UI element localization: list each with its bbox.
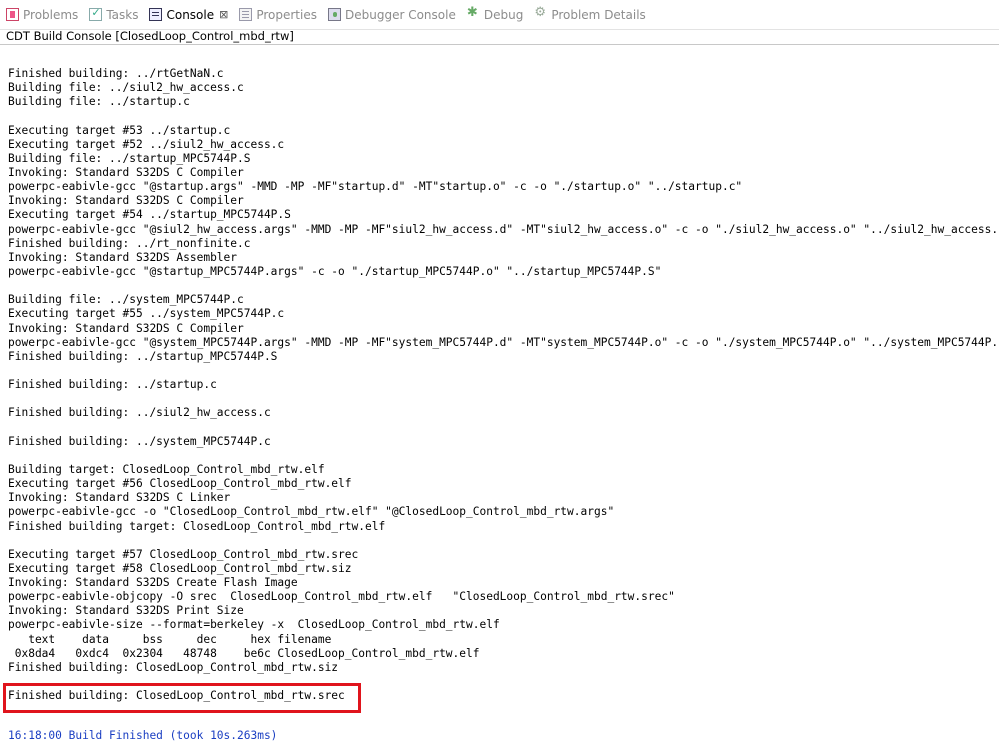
console-line: powerpc-eabivle-objcopy -O srec ClosedLo… <box>8 590 675 604</box>
console-line: Executing target #56 ClosedLoop_Control_… <box>8 477 352 491</box>
console-line: Invoking: Standard S32DS C Compiler <box>8 321 244 335</box>
tab-properties-label: Properties <box>256 7 317 22</box>
console-icon <box>149 8 163 21</box>
console-line: powerpc-eabivle-gcc "@startup_MPC5744P.a… <box>8 264 662 278</box>
close-icon[interactable]: ⊠ <box>219 8 228 21</box>
console-line: Finished building: ../startup_MPC5744P.S <box>8 349 278 363</box>
console-line: Finished building: ../rt_nonfinite.c <box>8 236 251 250</box>
view-tab-bar: Problems Tasks Console ⊠ Properties Debu… <box>0 0 999 30</box>
console-output-text: Finished building: ../rtGetNaN.c Building… <box>8 67 999 703</box>
console-line: Building file: ../startup_MPC5744P.S <box>8 151 251 165</box>
console-line: Invoking: Standard S32DS Assembler <box>8 250 238 264</box>
console-line: Finished building: ClosedLoop_Control_mb… <box>8 660 339 674</box>
console-line: Finished building target: ClosedLoop_Con… <box>8 519 386 533</box>
console-line: powerpc-eabivle-size --format=berkeley -… <box>8 618 500 632</box>
debug-icon <box>467 5 480 21</box>
tab-debugger-console[interactable]: Debugger Console <box>322 0 461 29</box>
console-line: Executing target #58 ClosedLoop_Control_… <box>8 561 352 575</box>
console-line: text data bss dec hex filename <box>8 632 332 646</box>
console-output-area[interactable]: Finished building: ../rtGetNaN.c Building… <box>0 45 999 745</box>
tab-debug-label: Debug <box>483 7 524 22</box>
console-line: 0x8da4 0xdc4 0x2304 48748 be6c ClosedLoo… <box>8 646 480 660</box>
debugger-console-icon <box>327 8 341 21</box>
console-line: Executing target #52 ../siul2_hw_access.… <box>8 137 285 151</box>
console-line: Building file: ../siul2_hw_access.c <box>8 81 244 95</box>
console-line: Invoking: Standard S32DS Print Size <box>8 604 244 618</box>
tab-console-label: Console <box>166 7 215 22</box>
console-line: Invoking: Standard S32DS C Compiler <box>8 165 244 179</box>
build-status-line: 16:18:00 Build Finished (took 10s.263ms) <box>8 729 278 742</box>
console-line: powerpc-eabivle-gcc "@system_MPC5744P.ar… <box>8 335 999 349</box>
problems-icon <box>6 8 19 21</box>
tab-debugger-console-label: Debugger Console <box>344 7 456 22</box>
console-line: Finished building: ../system_MPC5744P.c <box>8 434 271 448</box>
console-line: powerpc-eabivle-gcc "@siul2_hw_access.ar… <box>8 222 999 236</box>
console-line: Executing target #57 ClosedLoop_Control_… <box>8 547 359 561</box>
console-line: Executing target #55 ../system_MPC5744P.… <box>8 307 285 321</box>
console-line: Finished building: ../siul2_hw_access.c <box>8 406 271 420</box>
tab-problem-details[interactable]: Problem Details <box>528 0 650 29</box>
problem-details-icon <box>534 5 547 21</box>
console-line: Invoking: Standard S32DS C Compiler <box>8 194 244 208</box>
tab-problems-label: Problems <box>23 7 79 22</box>
console-line: Finished building: ../rtGetNaN.c <box>8 67 224 80</box>
console-line: powerpc-eabivle-gcc -o "ClosedLoop_Contr… <box>8 505 615 519</box>
console-line: Finished building: ../startup.c <box>8 378 217 392</box>
tab-console[interactable]: Console ⊠ <box>143 0 233 29</box>
properties-icon <box>239 8 253 21</box>
tab-problems[interactable]: Problems <box>0 0 83 29</box>
console-line: Invoking: Standard S32DS Create Flash Im… <box>8 576 298 590</box>
tab-properties[interactable]: Properties <box>233 0 322 29</box>
console-line: Building file: ../startup.c <box>8 95 190 109</box>
tab-debug[interactable]: Debug <box>461 0 528 29</box>
console-line: Building target: ClosedLoop_Control_mbd_… <box>8 462 325 476</box>
tab-tasks-label: Tasks <box>106 7 139 22</box>
tab-problem-details-label: Problem Details <box>551 7 646 22</box>
console-line: powerpc-eabivle-gcc "@startup.args" -MMD… <box>8 180 743 194</box>
console-line: Building file: ../system_MPC5744P.c <box>8 293 244 307</box>
console-line: Executing target #54 ../startup_MPC5744P… <box>8 208 291 222</box>
tab-tasks[interactable]: Tasks <box>83 0 143 29</box>
console-line: Executing target #53 ../startup.c <box>8 123 231 137</box>
console-line: Invoking: Standard S32DS C Linker <box>8 491 231 505</box>
console-title: CDT Build Console [ClosedLoop_Control_mb… <box>0 29 999 45</box>
tasks-icon <box>89 6 103 21</box>
highlight-box <box>3 683 361 713</box>
